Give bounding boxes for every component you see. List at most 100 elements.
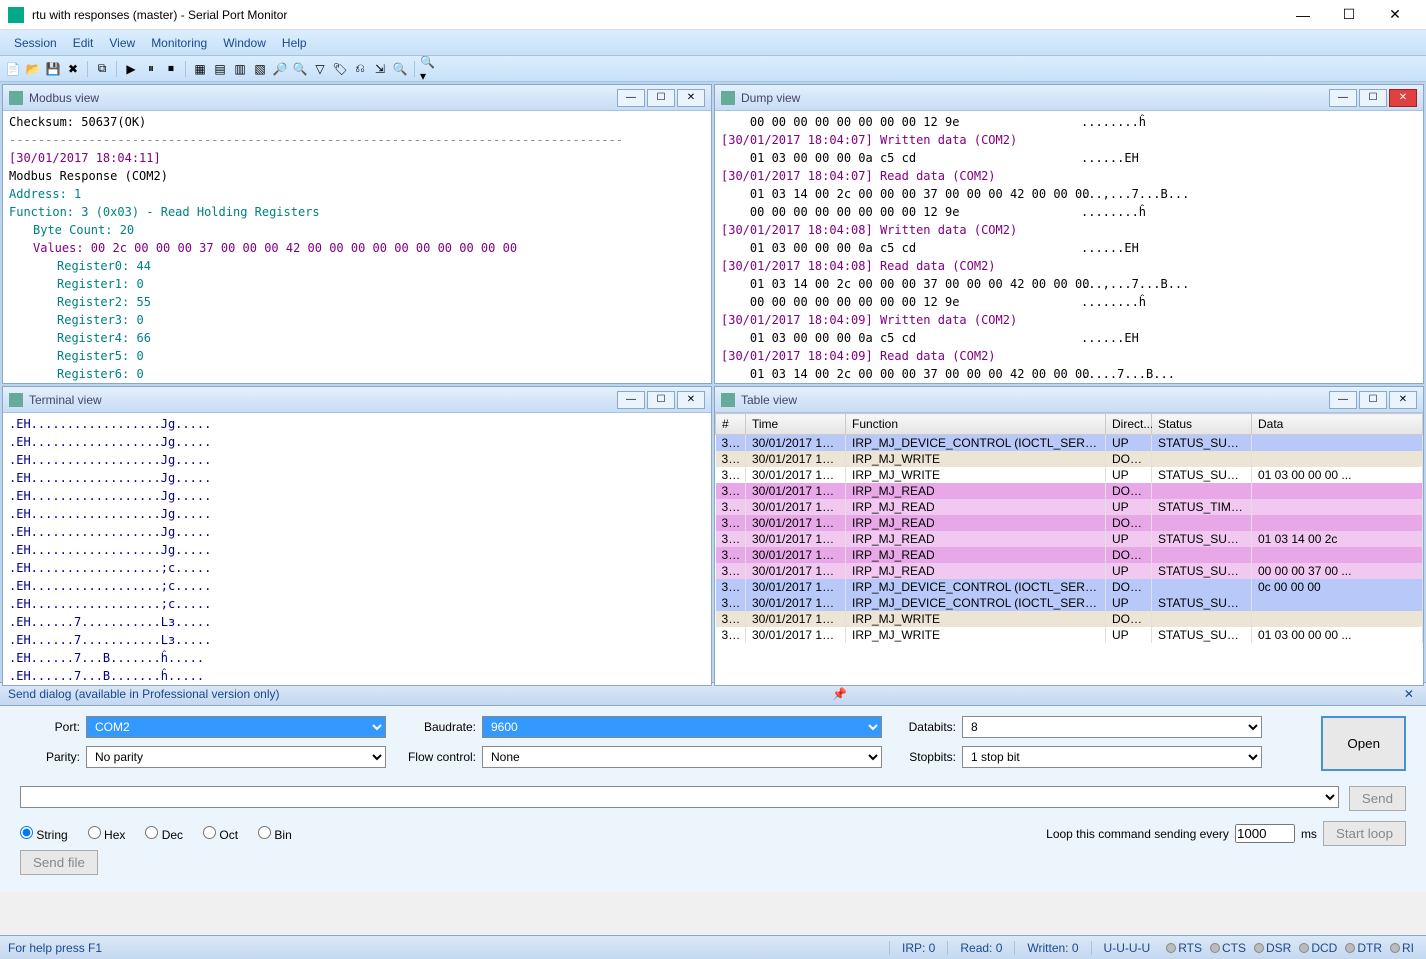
flow-select[interactable]: None xyxy=(482,746,882,768)
pin-icon[interactable]: 📌 xyxy=(828,687,851,701)
zoom2-icon[interactable]: 🔍▾ xyxy=(420,60,438,78)
baudrate-select[interactable]: 9600 xyxy=(482,716,882,738)
table-row[interactable]: 32330/01/2017 18:04:10IRP_MJ_WRITEUPSTAT… xyxy=(716,627,1423,643)
format-radio-hex[interactable]: Hex xyxy=(88,826,126,842)
panel-terminal-title: Terminal view xyxy=(29,393,615,407)
table-header[interactable]: Data xyxy=(1252,414,1423,435)
menu-session[interactable]: Session xyxy=(6,34,65,52)
maximize-button[interactable]: ☐ xyxy=(1326,0,1372,30)
table-header[interactable]: Function xyxy=(846,414,1106,435)
panel-modbus-titlebar: Modbus view — ☐ ✕ xyxy=(3,85,711,111)
modbus-line: Register2: 55 xyxy=(57,293,705,311)
panel-table-titlebar: Table view — ☐ ✕ xyxy=(715,387,1423,413)
status-help: For help press F1 xyxy=(8,941,889,955)
new-icon[interactable]: 📄 xyxy=(4,60,22,78)
table-row[interactable]: 32030/01/2017 18:04:10IRP_MJ_DEVICE_CONT… xyxy=(716,579,1423,595)
doc-x-icon[interactable]: ⎌ xyxy=(351,60,369,78)
table-body[interactable]: #TimeFunctionDirect...StatusData 31130/0… xyxy=(715,413,1423,685)
find-icon[interactable]: 🔍 xyxy=(391,60,409,78)
panel-maximize-button[interactable]: ☐ xyxy=(1359,89,1387,107)
modbus-body[interactable]: Checksum: 50637(OK)---------------------… xyxy=(3,111,711,383)
panel-maximize-button[interactable]: ☐ xyxy=(647,89,675,107)
start-loop-button[interactable]: Start loop xyxy=(1323,821,1406,846)
panel-maximize-button[interactable]: ☐ xyxy=(1359,391,1387,409)
exp-icon[interactable]: ⇲ xyxy=(371,60,389,78)
modbus-line: [30/01/2017 18:04:11] xyxy=(9,149,705,167)
table-row[interactable]: 31230/01/2017 18:04:09IRP_MJ_WRITEDOWN xyxy=(716,451,1423,467)
menubar: SessionEditViewMonitoringWindowHelp xyxy=(0,30,1426,56)
play-icon[interactable]: ▶ xyxy=(122,60,140,78)
save-icon[interactable]: 💾 xyxy=(44,60,62,78)
send-data-input[interactable] xyxy=(20,786,1339,808)
close-button[interactable]: ✕ xyxy=(1372,0,1418,30)
pause-icon[interactable]: ⏸ xyxy=(142,60,160,78)
dump-line: [30/01/2017 18:04:09] Written data (COM2… xyxy=(721,311,1417,329)
stopbits-select[interactable]: 1 stop bit xyxy=(962,746,1262,768)
table-header[interactable]: # xyxy=(716,414,746,435)
grid2-icon[interactable]: ▤ xyxy=(211,60,229,78)
modbus-icon xyxy=(9,91,23,105)
table-row[interactable]: 31930/01/2017 18:04:09IRP_MJ_READUPSTATU… xyxy=(716,563,1423,579)
format-radio-oct[interactable]: Oct xyxy=(203,826,238,842)
terminal-icon xyxy=(9,393,23,407)
status-signals: RTS CTS DSR DCD DTR RI xyxy=(1162,941,1418,955)
format-radio-string[interactable]: String xyxy=(20,826,68,842)
panel-close-button[interactable]: ✕ xyxy=(1389,391,1417,409)
panel-close-button[interactable]: ✕ xyxy=(677,89,705,107)
panel-minimize-button[interactable]: — xyxy=(1329,89,1357,107)
tag-icon[interactable]: 🏷 xyxy=(331,60,349,78)
grid1-icon[interactable]: ▦ xyxy=(191,60,209,78)
dump-body[interactable]: 00 00 00 00 00 00 00 00 12 9e........ĥ[3… xyxy=(715,111,1423,383)
panel-minimize-button[interactable]: — xyxy=(617,89,645,107)
table-header[interactable]: Status xyxy=(1152,414,1252,435)
panel-close-button[interactable]: ✕ xyxy=(1389,89,1417,107)
table-row[interactable]: 31830/01/2017 18:04:09IRP_MJ_READDOWN xyxy=(716,547,1423,563)
minimize-button[interactable]: — xyxy=(1280,0,1326,30)
port-select[interactable]: COM2 xyxy=(86,716,386,738)
table-row[interactable]: 31530/01/2017 18:04:09IRP_MJ_READUPSTATU… xyxy=(716,499,1423,515)
filter-icon[interactable]: ▽ xyxy=(311,60,329,78)
delete-icon[interactable]: ✖ xyxy=(64,60,82,78)
panel-minimize-button[interactable]: — xyxy=(617,391,645,409)
panel-minimize-button[interactable]: — xyxy=(1329,391,1357,409)
menu-edit[interactable]: Edit xyxy=(65,34,102,52)
terminal-body[interactable]: .EH..................Jg......EH.........… xyxy=(3,413,711,685)
panel-dump: Dump view — ☐ ✕ 00 00 00 00 00 00 00 00 … xyxy=(714,84,1424,384)
signal-ri: RI xyxy=(1386,941,1418,955)
modbus-line: ----------------------------------------… xyxy=(9,131,705,149)
copy-icon[interactable]: ⧉ xyxy=(93,60,111,78)
open-icon[interactable]: 📂 xyxy=(24,60,42,78)
table-row[interactable]: 31430/01/2017 18:04:09IRP_MJ_READDOWN xyxy=(716,483,1423,499)
table-row[interactable]: 31330/01/2017 18:04:09IRP_MJ_WRITEUPSTAT… xyxy=(716,467,1423,483)
format-radio-bin[interactable]: Bin xyxy=(258,826,292,842)
menu-help[interactable]: Help xyxy=(274,34,315,52)
menu-monitoring[interactable]: Monitoring xyxy=(143,34,215,52)
loop-interval-input[interactable] xyxy=(1235,824,1295,843)
open-button[interactable]: Open xyxy=(1321,716,1406,771)
parity-select[interactable]: No parity xyxy=(86,746,386,768)
table-row[interactable]: 32130/01/2017 18:04:10IRP_MJ_DEVICE_CONT… xyxy=(716,595,1423,611)
binoc-icon[interactable]: 🔎 xyxy=(271,60,289,78)
format-radio-dec[interactable]: Dec xyxy=(145,826,183,842)
dump-line: 01 03 00 00 00 0a c5 cd......EH xyxy=(721,239,1417,257)
menu-window[interactable]: Window xyxy=(215,34,274,52)
panel-maximize-button[interactable]: ☐ xyxy=(647,391,675,409)
send-dialog-close-icon[interactable]: ✕ xyxy=(1400,687,1418,701)
signal-dcd: DCD xyxy=(1295,941,1341,955)
table-row[interactable]: 31630/01/2017 18:04:09IRP_MJ_READDOWN xyxy=(716,515,1423,531)
grid4-icon[interactable]: ▧ xyxy=(251,60,269,78)
panel-close-button[interactable]: ✕ xyxy=(677,391,705,409)
status-read: Read: 0 xyxy=(947,941,1014,955)
databits-select[interactable]: 8 xyxy=(962,716,1262,738)
table-row[interactable]: 31730/01/2017 18:04:09IRP_MJ_READUPSTATU… xyxy=(716,531,1423,547)
table-header[interactable]: Time xyxy=(746,414,846,435)
table-header[interactable]: Direct... xyxy=(1106,414,1152,435)
table-row[interactable]: 31130/01/2017 18:04:09IRP_MJ_DEVICE_CONT… xyxy=(716,435,1423,452)
grid3-icon[interactable]: ▥ xyxy=(231,60,249,78)
menu-view[interactable]: View xyxy=(101,34,143,52)
table-row[interactable]: 32230/01/2017 18:04:10IRP_MJ_WRITEDOWN xyxy=(716,611,1423,627)
zoom-icon[interactable]: 🔍 xyxy=(291,60,309,78)
send-button[interactable]: Send xyxy=(1349,786,1406,811)
send-file-button[interactable]: Send file xyxy=(20,850,98,875)
stop-icon[interactable]: ⏹ xyxy=(162,60,180,78)
